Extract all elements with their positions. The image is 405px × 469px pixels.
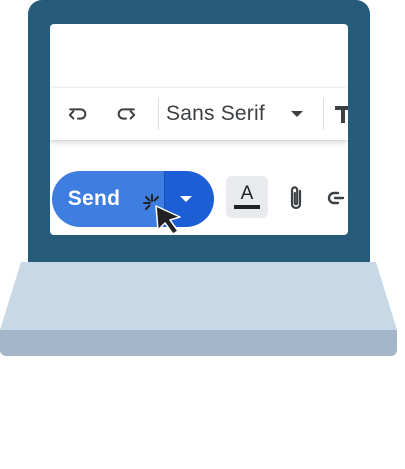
formatting-toolbar: Sans Serif — [50, 88, 348, 140]
laptop-base-front — [0, 330, 397, 356]
link-icon[interactable] — [326, 188, 348, 208]
toolbar-divider — [158, 98, 159, 130]
redo-button[interactable] — [112, 100, 140, 128]
undo-button[interactable] — [64, 100, 92, 128]
text-color-bar — [234, 204, 260, 209]
font-family-select[interactable]: Sans Serif — [166, 97, 316, 131]
laptop-screen: Sans Serif Send A — [50, 24, 348, 235]
toolbar-divider — [323, 98, 324, 130]
laptop-lid: Sans Serif Send A — [28, 0, 370, 262]
send-button-label: Send — [67, 187, 121, 210]
undo-icon — [68, 108, 87, 120]
laptop-base-deck — [0, 262, 397, 330]
chevron-down-icon — [291, 111, 303, 117]
font-family-value: Sans Serif — [166, 102, 265, 125]
text-formatting-icon: A — [240, 182, 254, 204]
paperclip-icon[interactable] — [284, 184, 308, 212]
send-button-group: Send — [52, 171, 214, 227]
formatting-options-button[interactable]: A — [226, 176, 268, 218]
text-size-icon[interactable] — [331, 102, 348, 126]
mouse-cursor-icon — [143, 194, 181, 235]
redo-icon — [117, 108, 136, 120]
